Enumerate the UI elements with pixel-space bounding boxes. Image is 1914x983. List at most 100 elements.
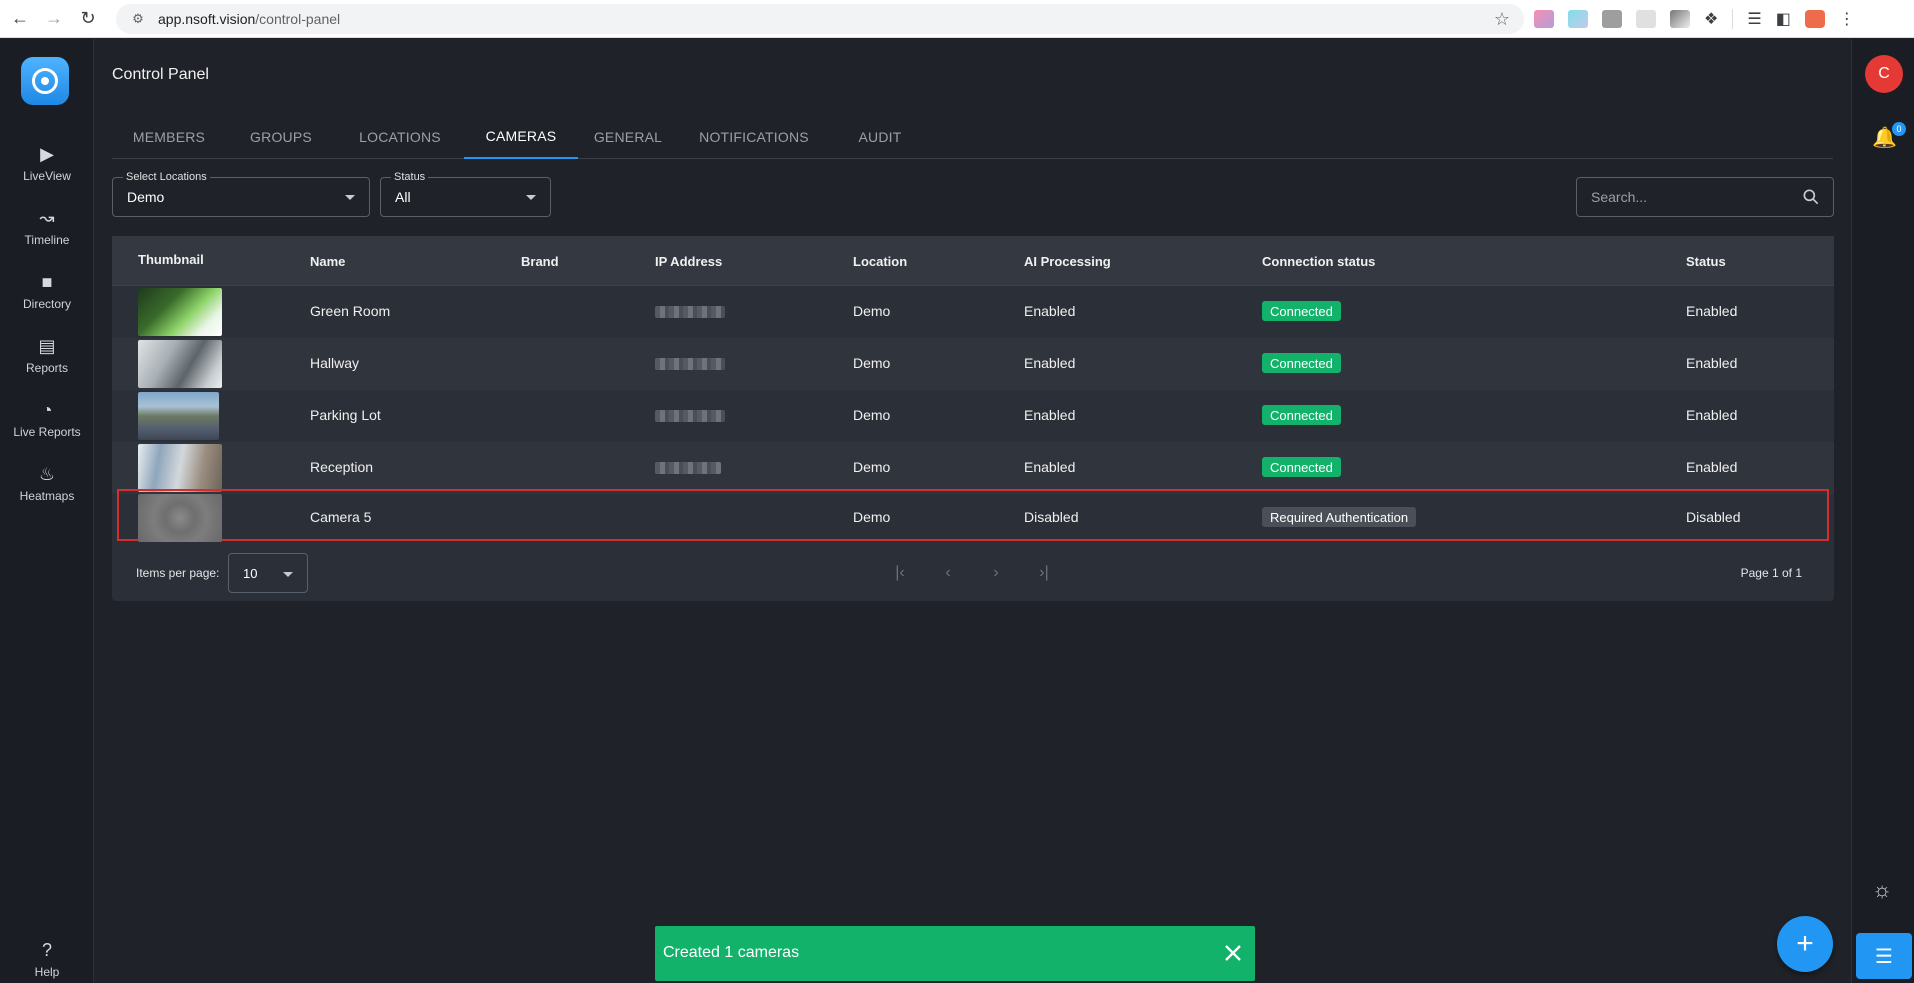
camera-thumbnail-placeholder (138, 494, 222, 542)
profile-icon[interactable] (1804, 10, 1825, 28)
field-label: Select Locations (123, 171, 210, 183)
search-icon[interactable] (1801, 187, 1821, 207)
first-page-icon[interactable]: |‹ (888, 561, 912, 585)
camera-status: Enabled (1686, 407, 1738, 423)
status-select[interactable]: Status All (380, 171, 551, 217)
page-info: Page 1 of 1 (1740, 566, 1802, 580)
tab-general[interactable]: GENERAL (578, 114, 678, 159)
cameras-table: Thumbnail Name Brand IP Address Location… (112, 236, 1834, 601)
caret-down-icon (345, 195, 355, 200)
extension-icon[interactable] (1636, 10, 1656, 28)
extension-icon[interactable] (1534, 10, 1554, 28)
address-bar[interactable]: ⚙ app.nsoft.vision/control-panel ☆ (116, 4, 1524, 34)
sliders-icon[interactable]: ☰ (1856, 933, 1912, 979)
tab-notifications[interactable]: NOTIFICATIONS (678, 114, 830, 159)
items-per-page-label: Items per page: (136, 566, 220, 580)
forward-arrow-icon[interactable]: → (40, 5, 68, 33)
column-header[interactable]: Name (310, 254, 345, 269)
nav-item-timeline[interactable]: ↝ Timeline (0, 199, 94, 255)
column-header[interactable]: Status (1686, 254, 1726, 269)
side-panel-icon[interactable]: ◧ (1776, 9, 1791, 29)
column-header[interactable]: AI Processing (1024, 254, 1111, 269)
search-input[interactable]: Search... (1576, 177, 1834, 217)
ai-processing: Enabled (1024, 303, 1076, 319)
camera-location: Demo (853, 509, 891, 525)
page-title: Control Panel (112, 66, 209, 83)
reload-icon[interactable]: ↻ (74, 5, 102, 33)
app-logo[interactable] (21, 57, 69, 105)
folder-icon: ■ (41, 272, 53, 292)
toolbar-divider (1732, 9, 1734, 29)
nav-label: Help (34, 965, 60, 979)
tab-locations[interactable]: LOCATIONS (336, 114, 464, 159)
flame-icon: ♨ (38, 464, 56, 484)
camera-location: Demo (853, 459, 891, 475)
caret-down-icon (526, 195, 536, 200)
nav-item-reports[interactable]: ▤ Reports (0, 327, 94, 383)
back-arrow-icon[interactable]: ← (6, 5, 34, 33)
nav-item-directory[interactable]: ■ Directory (0, 263, 94, 319)
camera-name: Parking Lot (310, 407, 381, 423)
media-queue-icon[interactable]: ☰ (1747, 9, 1761, 29)
column-header: Thumbnail (138, 252, 204, 267)
connection-status-badge: Connected (1262, 301, 1341, 321)
table-row[interactable]: Parking Lot Demo Enabled Connected Enabl… (112, 390, 1834, 442)
tab-bar: MEMBERS GROUPS LOCATIONS CAMERAS GENERAL… (112, 114, 1833, 159)
tab-groups[interactable]: GROUPS (226, 114, 336, 159)
nav-item-heatmaps[interactable]: ♨ Heatmaps (0, 455, 94, 511)
table-row[interactable]: Reception Demo Enabled Connected Enabled (112, 442, 1834, 494)
extension-icon[interactable] (1602, 10, 1622, 28)
locations-select[interactable]: Select Locations Demo (112, 171, 370, 217)
camera-location: Demo (853, 355, 891, 371)
items-per-page-select[interactable]: 10 (228, 553, 308, 593)
field-value: Demo (127, 189, 165, 205)
extension-icon[interactable] (1670, 10, 1690, 28)
column-header[interactable]: IP Address (655, 254, 722, 269)
connection-status-badge: Required Authentication (1262, 507, 1417, 527)
nav-label: LiveView (23, 169, 71, 183)
notification-badge: 0 (1892, 122, 1906, 136)
camera-location: Demo (853, 407, 891, 423)
trend-line-icon: ↝ (39, 208, 55, 228)
ai-processing: Enabled (1024, 355, 1076, 371)
site-settings-icon[interactable]: ⚙ (128, 9, 148, 29)
puzzle-extensions-icon[interactable]: ❖ (1704, 9, 1718, 29)
column-header[interactable]: Location (853, 254, 907, 269)
nav-label: Directory (22, 297, 71, 311)
table-row[interactable]: Hallway Demo Enabled Connected Enabled (112, 338, 1834, 390)
add-camera-button[interactable]: + (1777, 916, 1833, 972)
tab-audit[interactable]: AUDIT (830, 114, 930, 159)
camera-status: Enabled (1686, 303, 1738, 319)
user-avatar[interactable]: C (1865, 55, 1903, 93)
table-row-selected[interactable]: Camera 5 Demo Disabled Required Authenti… (117, 489, 1829, 542)
table-row[interactable]: Green Room Demo Enabled Connected Enable… (112, 286, 1834, 338)
ai-processing: Enabled (1024, 459, 1076, 475)
last-page-icon[interactable]: ›| (1032, 561, 1056, 585)
caret-down-icon (283, 572, 293, 577)
sun-theme-icon[interactable]: ☼ (1872, 877, 1892, 903)
next-page-icon[interactable]: › (984, 561, 1008, 585)
ip-address-redacted (655, 410, 725, 422)
connection-status-badge: Connected (1262, 405, 1341, 425)
ai-processing: Enabled (1024, 407, 1076, 423)
nav-item-liveview[interactable]: ▶ LiveView (0, 135, 94, 191)
left-navigation: ▶ LiveView ↝ Timeline ■ Directory ▤ Repo… (0, 39, 94, 983)
nav-label: Live Reports (13, 425, 81, 439)
bookmark-star-icon[interactable]: ☆ (1494, 9, 1510, 30)
camera-location: Demo (853, 303, 891, 319)
previous-page-icon[interactable]: ‹ (936, 561, 960, 585)
help-icon: ? (41, 940, 52, 960)
tab-cameras[interactable]: CAMERAS (464, 114, 578, 159)
close-icon[interactable] (1219, 939, 1247, 967)
table-header: Thumbnail Name Brand IP Address Location… (112, 236, 1834, 286)
column-header[interactable]: Connection status (1262, 254, 1375, 269)
extension-icon[interactable] (1568, 10, 1588, 28)
camera-thumbnail (138, 340, 222, 388)
tab-members[interactable]: MEMBERS (112, 114, 226, 159)
nav-item-live-reports[interactable]: ◔ Live Reports (0, 391, 94, 447)
column-header[interactable]: Brand (521, 254, 559, 269)
items-per-page-value: 10 (243, 566, 258, 581)
kebab-menu-icon[interactable]: ⋮ (1839, 9, 1855, 29)
nav-item-help[interactable]: ? Help (0, 931, 94, 983)
camera-thumbnail (138, 288, 222, 336)
